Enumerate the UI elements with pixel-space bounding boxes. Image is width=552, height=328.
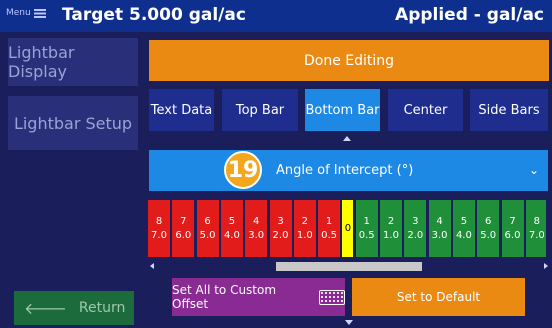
- segment-number: 5: [228, 215, 236, 227]
- sidebar-item-lightbar-display[interactable]: Lightbar Display: [8, 38, 138, 86]
- segment-value: 0: [344, 222, 352, 234]
- lightbar-segment[interactable]: 8 7.0: [148, 200, 170, 257]
- segment-value: 3.0: [431, 229, 448, 241]
- segment-number: 1: [325, 215, 333, 227]
- applied-rate-title: Applied - gal/ac: [395, 5, 544, 25]
- title-bar: Menu Target 5.000 gal/ac Applied - gal/a…: [0, 0, 552, 32]
- segment-number: 6: [204, 215, 211, 227]
- lightbar-segment[interactable]: 1 0.5: [355, 200, 378, 257]
- set-all-custom-offset-button[interactable]: Set All to Custom Offset: [172, 278, 345, 316]
- dropdown-selected-value: Angle of Intercept (°): [276, 163, 414, 178]
- lightbar-segment[interactable]: 5 4.0: [452, 200, 475, 257]
- lightbar-segment[interactable]: 8 7.0: [525, 200, 546, 257]
- lightbar-segment[interactable]: 6 5.0: [196, 200, 219, 257]
- hamburger-icon: [33, 8, 46, 18]
- arrow-left-icon: 🡐: [24, 299, 67, 318]
- lightbar-segment[interactable]: 3 2.0: [269, 200, 292, 257]
- chevron-down-icon[interactable]: ⌄: [529, 163, 539, 177]
- custom-offset-label: Set All to Custom Offset: [172, 283, 277, 311]
- set-to-default-button[interactable]: Set to Default: [352, 278, 525, 316]
- segment-value: 6.0: [175, 229, 192, 241]
- segment-value: 3.0: [248, 229, 265, 241]
- tab-bottom-bar[interactable]: Bottom Bar: [305, 89, 380, 131]
- segment-number: 6: [485, 215, 492, 227]
- segment-value: 6.0: [504, 229, 521, 241]
- segment-value: 2.0: [272, 229, 289, 241]
- sidebar-item-label: Lightbar Setup: [13, 113, 133, 133]
- lightbar-segment[interactable]: 1 0.5: [318, 200, 341, 257]
- tab-top-bar[interactable]: Top Bar: [222, 89, 298, 131]
- lightbar-segment[interactable]: 6 5.0: [477, 200, 500, 257]
- lightbar-segment[interactable]: 7 6.0: [501, 200, 524, 257]
- keyboard-icon: [319, 289, 345, 305]
- scroll-down-indicator-icon: [345, 320, 353, 325]
- sidebar-item-label: Lightbar Display: [8, 43, 75, 81]
- target-rate-title: Target 5.000 gal/ac: [62, 5, 246, 25]
- segment-number: 1: [363, 215, 370, 227]
- lightbar-segment[interactable]: 5 4.0: [220, 200, 243, 257]
- segment-value: 1.0: [296, 229, 313, 241]
- tab-side-bars[interactable]: Side Bars: [470, 89, 548, 131]
- segment-number: 7: [180, 215, 187, 227]
- menu-label: Menu: [6, 8, 31, 18]
- scroll-right-icon[interactable]: [544, 263, 548, 269]
- tab-center[interactable]: Center: [388, 89, 463, 131]
- tab-text-data[interactable]: Text Data: [149, 89, 214, 131]
- segment-number: 7: [509, 215, 516, 227]
- done-editing-button[interactable]: Done Editing: [149, 40, 549, 81]
- sidebar-item-lightbar-setup[interactable]: Lightbar Setup: [8, 96, 138, 150]
- lightbar-segment[interactable]: 3 2.0: [404, 200, 427, 257]
- segment-value: 2.0: [407, 229, 424, 241]
- lightbar-segment[interactable]: 7 6.0: [172, 200, 195, 257]
- segment-value: 1.0: [383, 229, 399, 241]
- lightbar-segment-strip: 8 7.0 7 6.0 6 5.0 5 4.0 4 3.0 3 2.0 2 1.0 1 0.5 0 1 0.5 2 1.…: [146, 200, 546, 257]
- segment-value: 4.0: [223, 229, 240, 241]
- segment-number: 2: [301, 215, 308, 227]
- segment-value: 5.0: [199, 229, 216, 241]
- segment-number: 2: [387, 215, 395, 227]
- segment-value: 4.0: [455, 229, 472, 241]
- lightbar-segment[interactable]: 4 3.0: [428, 200, 451, 257]
- step-number-badge: 19: [224, 151, 262, 189]
- return-button[interactable]: 🡐 Return: [14, 291, 134, 325]
- segment-value: 5.0: [480, 229, 497, 241]
- segment-number: 4: [436, 215, 443, 227]
- lightbar-segment[interactable]: 4 3.0: [245, 200, 268, 257]
- lightbar-segment[interactable]: 2 1.0: [293, 200, 316, 257]
- segment-number: 4: [253, 215, 260, 227]
- segment-number: 5: [460, 215, 468, 227]
- segment-number: 3: [412, 215, 419, 227]
- segment-value: 7.0: [151, 229, 167, 241]
- segment-value: 0.5: [358, 229, 375, 241]
- horizontal-scrollbar-thumb[interactable]: [276, 262, 422, 271]
- return-label: Return: [78, 300, 126, 316]
- segment-number: 3: [277, 215, 284, 227]
- segment-value: 0.5: [321, 229, 338, 241]
- lightbar-segment[interactable]: 2 1.0: [380, 200, 402, 257]
- active-tab-indicator-icon: [343, 136, 351, 141]
- segment-number: 8: [155, 215, 163, 227]
- segment-value: 7.0: [528, 229, 545, 241]
- segment-number: 8: [533, 215, 540, 227]
- scroll-left-icon[interactable]: [150, 263, 154, 269]
- menu-button[interactable]: Menu: [6, 8, 46, 18]
- lightbar-segment[interactable]: 0: [342, 200, 354, 257]
